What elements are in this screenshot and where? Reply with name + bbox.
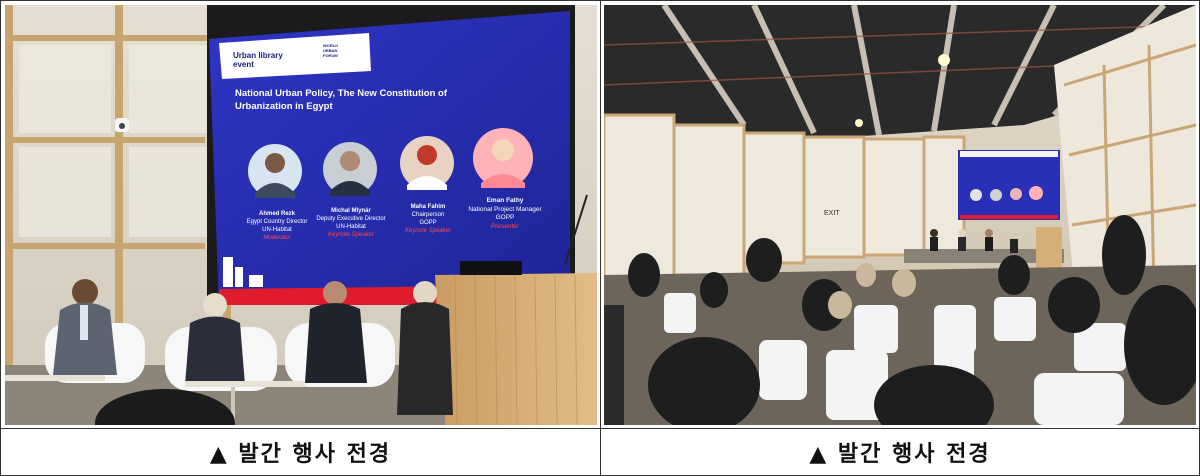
photo-collage: Urban library event WORLD URBAN FORUM Na… (0, 0, 1200, 476)
panel-photo-right: EXIT (604, 5, 1196, 425)
speaker-title: National Project Manager (468, 205, 542, 213)
speaker-card-1: Ahmed Rezk Egypt Country Director UN-Hab… (241, 210, 313, 242)
speaker-role: Moderator (263, 235, 291, 241)
exit-sign: EXIT (824, 210, 840, 217)
speaker-org: UN-Habitat (262, 227, 292, 233)
speaker-name: Maha Fahim (410, 204, 446, 210)
panel-photo-right-image: EXIT (604, 5, 1196, 425)
slide-title-line-2: Urbanization in Egypt (235, 101, 333, 112)
speaker-org: UN-Habitat (336, 224, 366, 230)
slide-forum-line-3: FORUM (323, 53, 338, 58)
speaker-org: GOPP (495, 214, 515, 221)
slide-forum-logo: WORLD URBAN FORUM (323, 43, 363, 58)
slide-brand-line-2: event (233, 60, 254, 69)
caption-right: ▲ 발간 행사 전경 (809, 442, 991, 467)
slide-brand: Urban library event (233, 51, 303, 69)
speaker-role: Presenter (490, 222, 520, 230)
border-middle (600, 0, 601, 476)
slide-brand-line-1: Urban library (233, 51, 283, 60)
speaker-role: Keynote Speaker (404, 228, 452, 234)
speaker-name: Ahmed Rezk (258, 211, 295, 217)
speaker-title: Egypt Country Director (246, 219, 308, 225)
caption-left: ▲ 발간 행사 전경 (209, 442, 392, 467)
panel-photo-left: Urban library event WORLD URBAN FORUM Na… (5, 5, 597, 425)
speaker-card-4: Eman Fathy National Project Manager GOPP… (463, 197, 547, 231)
speaker-name: Eman Fathy (486, 197, 524, 204)
border-left (0, 0, 1, 476)
speaker-name: Michal Mlynár (331, 208, 371, 214)
slide-title-line-1: National Urban Policy, The New Constitut… (235, 88, 447, 99)
slide-title: National Urban Policy, The New Constitut… (235, 87, 565, 113)
speaker-title: Chairperson (411, 212, 445, 218)
speaker-card-2: Michal Mlynár Deputy Executive Director … (311, 207, 391, 239)
speaker-card-3: Maha Fahim Chairperson GOPP Keynote Spea… (393, 203, 463, 235)
speaker-org: GOPP (419, 220, 437, 226)
speaker-title: Deputy Executive Director (316, 216, 386, 222)
speaker-role: Keynote Speaker (327, 232, 375, 238)
